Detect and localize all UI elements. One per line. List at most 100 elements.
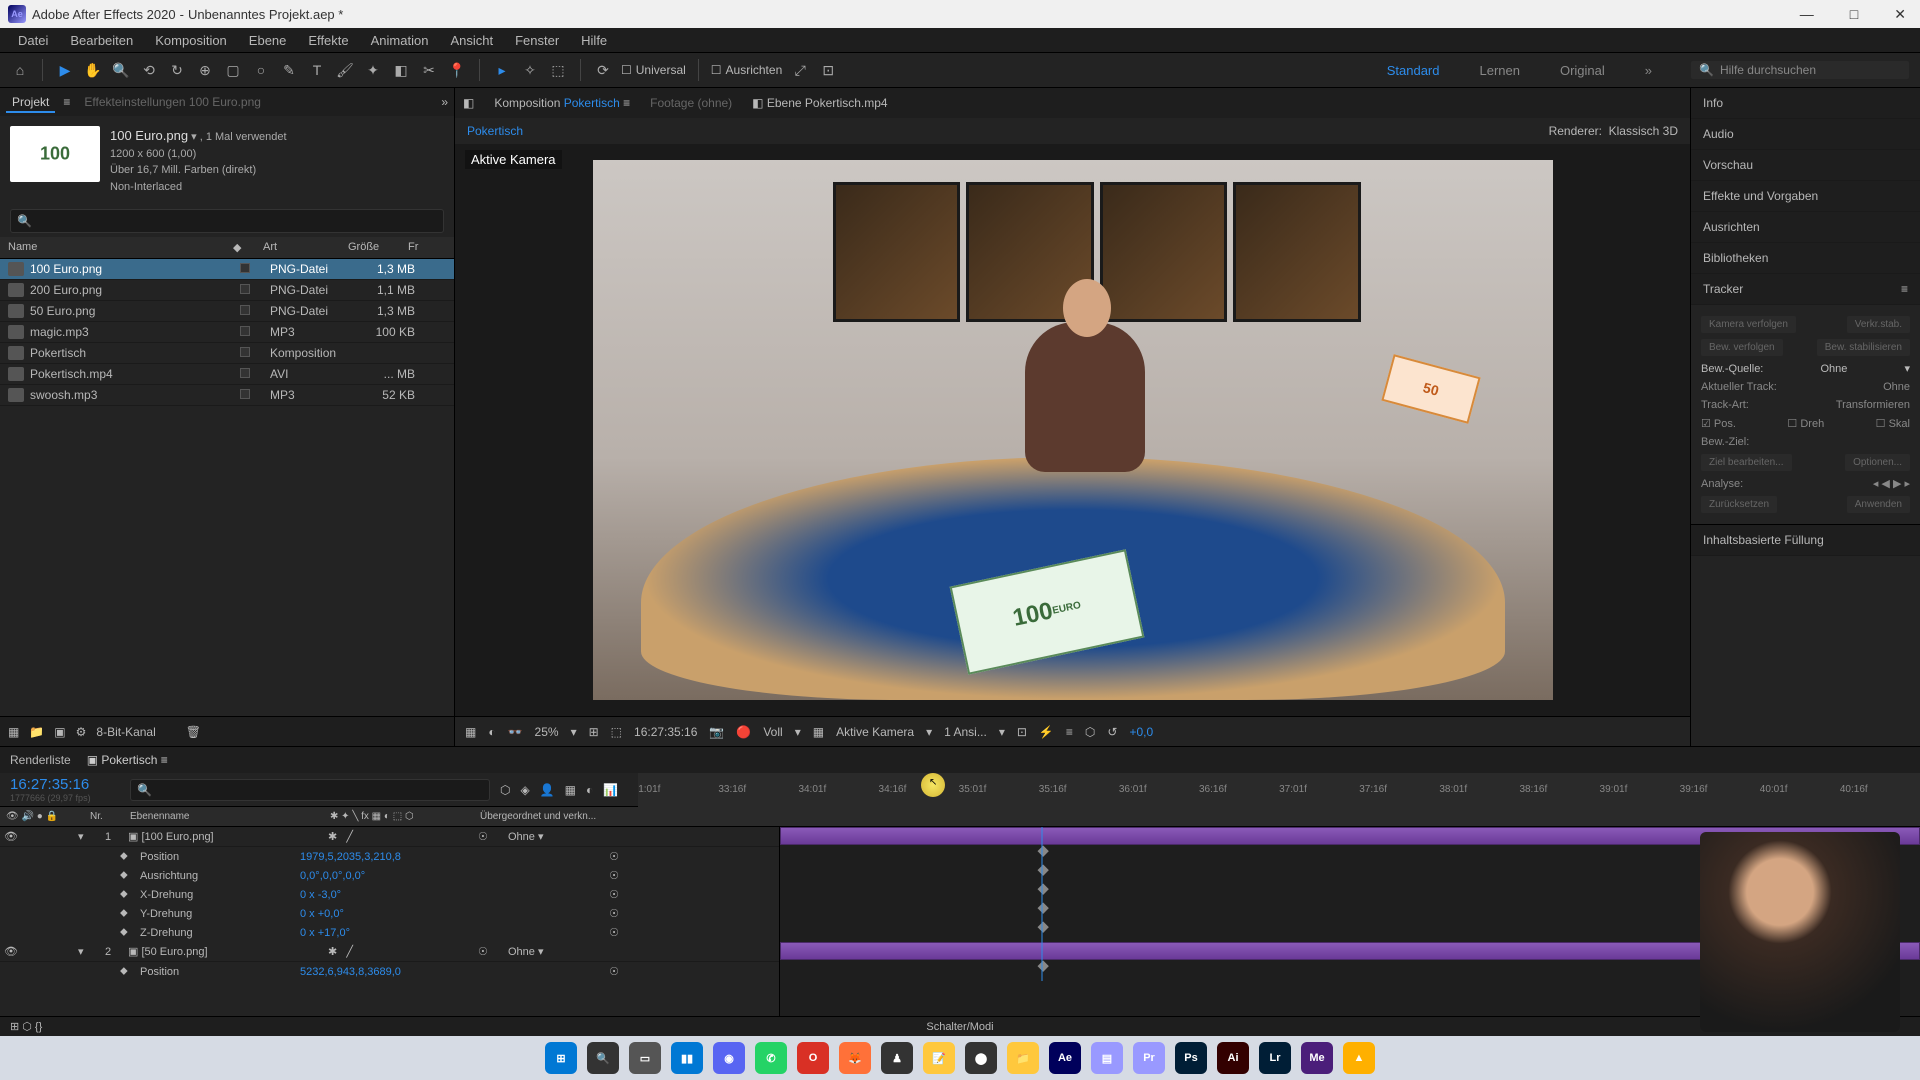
comp-tab-active[interactable]: Komposition Pokertisch ≡ [494, 96, 630, 110]
col-header-name[interactable]: Name [8, 241, 233, 254]
workspace-overflow-icon[interactable]: » [1645, 63, 1652, 78]
tracker-menu-icon[interactable]: ≡ [1901, 282, 1908, 296]
rect-tool-icon[interactable]: ▢ [223, 60, 243, 80]
taskbar-app[interactable]: ✆ [755, 1042, 787, 1074]
taskbar-app[interactable]: ▮▮ [671, 1042, 703, 1074]
col-header-type[interactable]: Art [263, 241, 348, 254]
taskbar-app[interactable]: ▭ [629, 1042, 661, 1074]
effect-settings-tab[interactable]: Effekteinstellungen 100 Euro.png [78, 91, 267, 113]
keyframe-marker[interactable] [1038, 903, 1049, 914]
interpret-footage-icon[interactable]: ▦ [8, 725, 19, 739]
warp-stabilizer-button[interactable]: Verkr.stab. [1847, 316, 1910, 333]
track-motion-button[interactable]: Bew. verfolgen [1701, 339, 1783, 356]
asset-name-dropdown-icon[interactable]: ▾ [191, 131, 197, 143]
project-settings-icon[interactable]: ⚙ [76, 725, 87, 739]
timeline-property-row[interactable]: ⬥Position1979,5,2035,3,210,8☉ [0, 847, 779, 866]
timeline-ruler[interactable]: 1:01f33:16f34:01f34:16f35:01f35:16f36:01… [638, 773, 1920, 807]
orbit-tool-icon[interactable]: ⟲ [139, 60, 159, 80]
snapping-icon[interactable]: ⟳ [593, 60, 613, 80]
snapshot-icon[interactable]: 📷 [709, 725, 724, 739]
composition-viewer[interactable]: Aktive Kamera 100EURO 50 [455, 144, 1690, 716]
minimize-button[interactable]: — [1794, 4, 1820, 25]
channel-icon[interactable]: 🔴 [736, 725, 751, 739]
taskbar-app[interactable]: Lr [1259, 1042, 1291, 1074]
panel-audio[interactable]: Audio [1691, 119, 1920, 150]
stabilize-button[interactable]: Bew. stabilisieren [1817, 339, 1910, 356]
taskbar-app[interactable]: ⬤ [965, 1042, 997, 1074]
project-item[interactable]: 50 Euro.pngPNG-Datei1,3 MB [0, 301, 454, 322]
align-checkbox[interactable]: ☐Ausrichten [711, 63, 782, 77]
taskbar-app[interactable]: ⊞ [545, 1042, 577, 1074]
resolution-select[interactable]: Voll [763, 725, 782, 739]
project-item[interactable]: 200 Euro.pngPNG-Datei1,1 MB [0, 280, 454, 301]
snap-edge-icon[interactable]: ⤢ [790, 60, 810, 80]
renderer-value[interactable]: Klassisch 3D [1609, 124, 1678, 138]
alpha-icon[interactable]: ▦ [465, 725, 476, 739]
panel-info[interactable]: Info [1691, 88, 1920, 119]
keyframe-marker[interactable] [1038, 865, 1049, 876]
edit-target-button[interactable]: Ziel bearbeiten... [1701, 454, 1792, 471]
scale-check[interactable]: Skal [1889, 418, 1910, 430]
project-item[interactable]: swoosh.mp3MP352 KB [0, 385, 454, 406]
apply-button[interactable]: Anwenden [1847, 496, 1910, 513]
render-queue-tab[interactable]: Renderliste [10, 753, 71, 767]
new-comp-icon[interactable]: ▣ [54, 725, 65, 739]
comp-mini-flowchart-icon[interactable]: ⬡ [500, 783, 510, 797]
mask-icon[interactable]: ◐ [488, 725, 495, 739]
taskbar-app[interactable]: 📁 [1007, 1042, 1039, 1074]
3d-icon[interactable]: 👓 [508, 725, 523, 739]
zoom-level[interactable]: 25% [535, 725, 559, 739]
reset-button[interactable]: Zurücksetzen [1701, 496, 1777, 513]
timeline-property-row[interactable]: ⬥Y-Drehung0 x +0,0°☉ [0, 904, 779, 923]
snap-center-icon[interactable]: ⊡ [818, 60, 838, 80]
world-axis-icon[interactable]: ✧ [520, 60, 540, 80]
col-header-label[interactable]: ◆ [233, 241, 263, 254]
keyframe-marker[interactable] [1038, 961, 1049, 972]
layer-tab[interactable]: ◧ Ebene Pokertisch.mp4 [752, 96, 887, 110]
workspace-standard[interactable]: Standard [1387, 63, 1440, 78]
playhead[interactable]: ↖ [921, 773, 945, 797]
timeline-icon[interactable]: ≡ [1066, 725, 1073, 739]
roto-tool-icon[interactable]: ✂ [419, 60, 439, 80]
project-item[interactable]: magic.mp3MP3100 KB [0, 322, 454, 343]
menu-view[interactable]: Ansicht [440, 31, 503, 50]
project-tab[interactable]: Projekt [6, 91, 55, 113]
panel-preview[interactable]: Vorschau [1691, 150, 1920, 181]
view-axis-icon[interactable]: ⬚ [548, 60, 568, 80]
help-search-input[interactable]: 🔍 Hilfe durchsuchen [1690, 60, 1910, 80]
workspace-learn[interactable]: Lernen [1479, 63, 1519, 78]
camera-select[interactable]: Aktive Kamera [836, 725, 914, 739]
timeline-layer-row[interactable]: 👁▾2▣ [50 Euro.png]✱ ╱☉Ohne ▾ [0, 942, 779, 962]
footage-tab[interactable]: Footage (ohne) [650, 96, 732, 110]
clone-tool-icon[interactable]: ✦ [363, 60, 383, 80]
col-header-size[interactable]: Größe [348, 241, 408, 254]
exposure-value[interactable]: +0,0 [1129, 725, 1153, 739]
comp-tab-toggle-icon[interactable]: ◧ [463, 96, 474, 110]
position-check[interactable]: Pos. [1714, 418, 1736, 430]
reset-exp-icon[interactable]: ↺ [1107, 725, 1117, 739]
switches-modes-toggle[interactable]: Schalter/Modi [926, 1021, 993, 1033]
workspace-original[interactable]: Original [1560, 63, 1605, 78]
timeline-layer-row[interactable]: 👁▾1▣ [100 Euro.png]✱ ╱☉Ohne ▾ [0, 827, 779, 847]
menu-help[interactable]: Hilfe [571, 31, 617, 50]
keyframe-marker[interactable] [1038, 922, 1049, 933]
fast-preview-icon[interactable]: ⚡ [1039, 725, 1054, 739]
maximize-button[interactable]: □ [1844, 4, 1864, 25]
hand-tool-icon[interactable]: ✋ [83, 60, 103, 80]
close-button[interactable]: ✕ [1888, 4, 1912, 25]
panel-effects[interactable]: Effekte und Vorgaben [1691, 181, 1920, 212]
flowchart-icon[interactable]: ⬡ [1085, 725, 1095, 739]
zoom-dropdown-icon[interactable]: ▾ [571, 725, 577, 739]
timeline-property-row[interactable]: ⬥Z-Drehung0 x +17,0°☉ [0, 923, 779, 942]
eraser-tool-icon[interactable]: ◧ [391, 60, 411, 80]
taskbar-app[interactable]: ▲ [1343, 1042, 1375, 1074]
bit-depth[interactable]: 8-Bit-Kanal [96, 725, 155, 739]
rotation-check[interactable]: Dreh [1800, 418, 1824, 430]
rotate-tool-icon[interactable]: ↻ [167, 60, 187, 80]
project-item[interactable]: 100 Euro.pngPNG-Datei1,3 MB [0, 259, 454, 280]
menu-composition[interactable]: Komposition [145, 31, 237, 50]
taskbar-app[interactable]: ◉ [713, 1042, 745, 1074]
frame-blend-icon[interactable]: ▦ [565, 783, 576, 797]
selection-tool-icon[interactable]: ▶ [55, 60, 75, 80]
resolution-icon[interactable]: ⊞ [589, 725, 599, 739]
